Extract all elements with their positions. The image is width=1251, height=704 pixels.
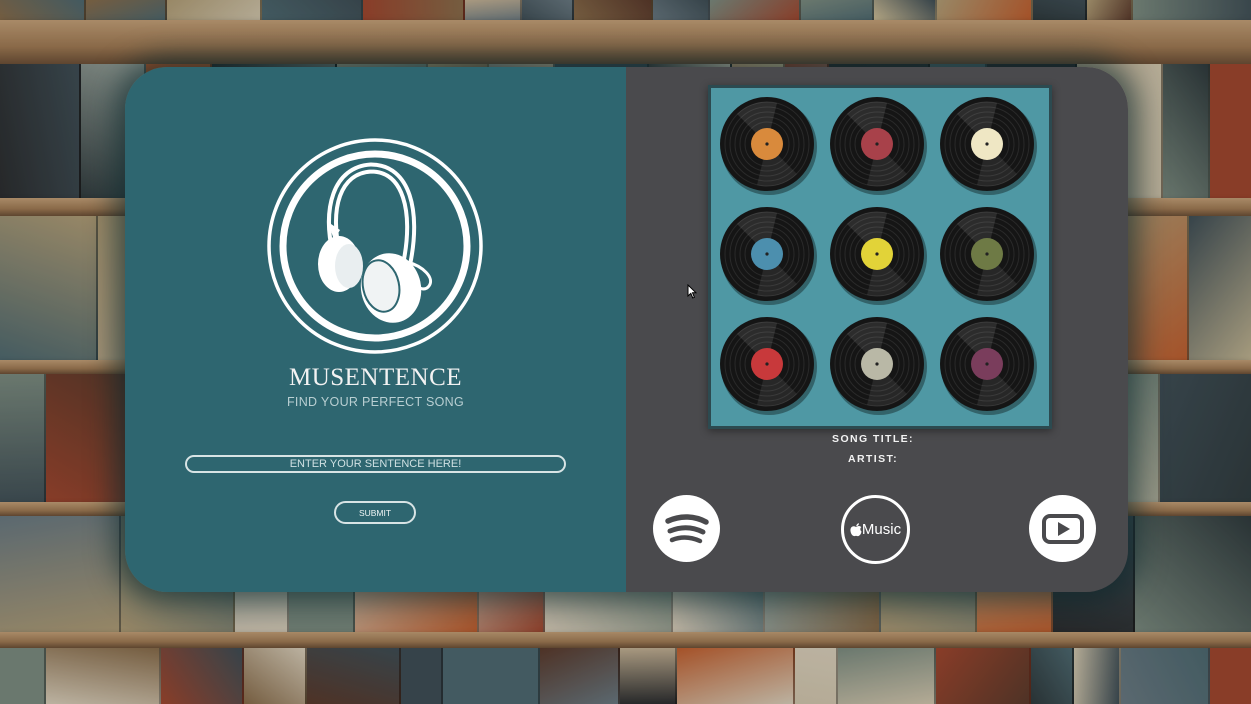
album-art bbox=[708, 85, 1052, 429]
vinyl-record bbox=[830, 207, 927, 305]
vinyl-record bbox=[830, 317, 927, 415]
headphones-logo-icon bbox=[267, 138, 483, 354]
app-tagline: FIND YOUR PERFECT SONG bbox=[287, 395, 464, 409]
vinyl-record bbox=[720, 317, 817, 415]
mouse-cursor-icon bbox=[687, 284, 697, 299]
spotify-button[interactable] bbox=[653, 495, 720, 562]
apple-music-label: Music bbox=[861, 521, 902, 538]
sentence-input[interactable] bbox=[185, 455, 566, 473]
app-title: MUSENTENCE bbox=[288, 364, 463, 391]
vinyl-record bbox=[940, 207, 1037, 305]
vinyl-records-grid bbox=[720, 97, 1037, 415]
vinyl-record bbox=[720, 207, 817, 305]
apple-music-icon bbox=[850, 522, 862, 536]
search-panel: MUSENTENCE FIND YOUR PERFECT SONG SUBMIT bbox=[125, 67, 626, 592]
submit-button[interactable]: SUBMIT bbox=[334, 501, 416, 524]
spotify-icon bbox=[664, 513, 709, 543]
vinyl-record bbox=[720, 97, 817, 195]
vinyl-record bbox=[830, 97, 927, 195]
youtube-icon bbox=[1041, 513, 1084, 544]
vinyl-record bbox=[940, 97, 1037, 195]
vinyl-record bbox=[940, 317, 1037, 415]
song-title-row: SONG TITLE: bbox=[626, 433, 1124, 445]
youtube-button[interactable] bbox=[1029, 495, 1096, 562]
result-panel: SONG TITLE: ARTIST: Music bbox=[626, 67, 1128, 592]
song-title-label: SONG TITLE: bbox=[832, 433, 914, 445]
artist-label: ARTIST: bbox=[847, 453, 899, 465]
main-card: MUSENTENCE FIND YOUR PERFECT SONG SUBMIT… bbox=[125, 67, 1128, 592]
artist-row: ARTIST: bbox=[626, 453, 1124, 465]
apple-music-button[interactable]: Music bbox=[841, 495, 910, 564]
